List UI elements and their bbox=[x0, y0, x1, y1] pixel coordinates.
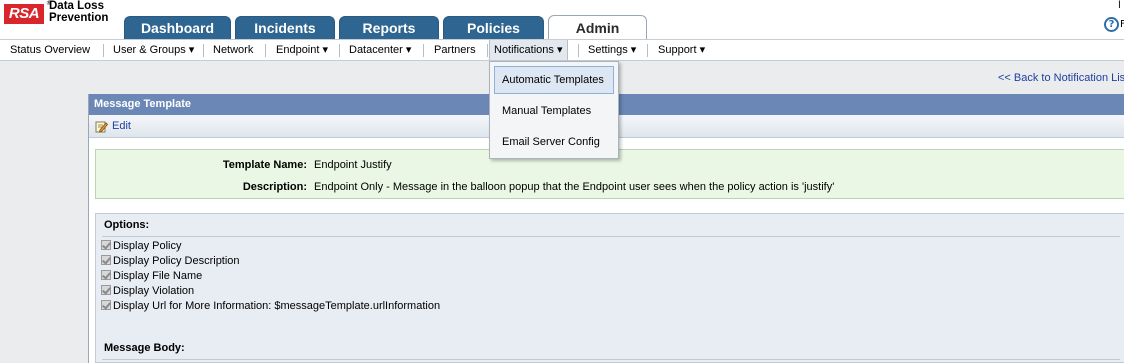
option-checkbox[interactable] bbox=[101, 270, 111, 280]
description-value: Endpoint Only - Message in the balloon p… bbox=[314, 181, 835, 193]
help-icon[interactable]: ? bbox=[1104, 17, 1119, 32]
subnav-separator bbox=[647, 44, 648, 57]
product-name-line2: Prevention bbox=[49, 12, 109, 24]
subnav-separator bbox=[423, 44, 424, 57]
options-title: Options: bbox=[104, 219, 150, 231]
subnav-separator bbox=[203, 44, 204, 57]
option-checkbox[interactable] bbox=[101, 285, 111, 295]
tab-incidents[interactable]: Incidents bbox=[235, 16, 335, 40]
option-label: Display File Name bbox=[113, 270, 203, 282]
subnav-support[interactable]: Support ▾ bbox=[658, 40, 705, 60]
template-name-value: Endpoint Justify bbox=[314, 159, 392, 171]
edit-button[interactable]: Edit bbox=[112, 120, 131, 132]
option-label: Display Policy Description bbox=[113, 255, 240, 267]
subnav-partners[interactable]: Partners bbox=[434, 40, 476, 60]
tab-reports[interactable]: Reports bbox=[339, 16, 439, 40]
subnav-endpoint[interactable]: Endpoint ▾ bbox=[276, 40, 328, 60]
corner-text: l bbox=[1118, 0, 1121, 11]
back-to-notification-list-link[interactable]: << Back to Notification List bbox=[998, 72, 1124, 84]
top-bar: RSA ® Data Loss Prevention Dashboard Inc… bbox=[0, 0, 1124, 40]
subnav-separator bbox=[578, 44, 579, 57]
tab-dashboard[interactable]: Dashboard bbox=[124, 16, 231, 40]
message-body-divider bbox=[102, 359, 1120, 360]
product-name: Data Loss Prevention bbox=[49, 0, 108, 24]
subnav-network[interactable]: Network bbox=[213, 40, 253, 60]
subnav-separator bbox=[265, 44, 266, 57]
tab-policies[interactable]: Policies bbox=[443, 16, 544, 40]
subnav-notifications[interactable]: Notifications ▾ bbox=[489, 40, 568, 60]
description-label: Description: bbox=[242, 181, 307, 193]
product-name-line1: Data Loss bbox=[49, 0, 104, 12]
option-label: Display Violation bbox=[113, 285, 195, 297]
option-checkbox[interactable] bbox=[101, 240, 111, 250]
edit-icon[interactable] bbox=[95, 120, 108, 133]
option-label: Display Policy bbox=[113, 240, 182, 252]
rsa-logo-mark: RSA bbox=[4, 4, 44, 24]
subnav-separator bbox=[339, 44, 340, 57]
tab-admin[interactable]: Admin bbox=[548, 15, 647, 40]
menu-item-automatic-templates[interactable]: Automatic Templates bbox=[494, 66, 614, 94]
message-body-title: Message Body: bbox=[104, 342, 185, 354]
menu-item-manual-templates[interactable]: Manual Templates bbox=[494, 97, 614, 125]
options-box: Options: Display Policy Display Policy D… bbox=[95, 213, 1124, 363]
admin-subnav: Status Overview User & Groups ▾ Network … bbox=[0, 39, 1124, 61]
option-label: Display Url for More Information: $messa… bbox=[113, 300, 441, 312]
notifications-dropdown-menu: Automatic Templates Manual Templates Ema… bbox=[489, 61, 619, 159]
options-divider bbox=[102, 236, 1120, 237]
template-name-label: Template Name: bbox=[222, 159, 307, 171]
subnav-status-overview[interactable]: Status Overview bbox=[10, 40, 90, 60]
subnav-separator bbox=[487, 44, 488, 57]
help-suffix-text: F bbox=[1120, 19, 1124, 30]
option-checkbox[interactable] bbox=[101, 300, 111, 310]
menu-item-email-server-config[interactable]: Email Server Config bbox=[494, 128, 614, 156]
subnav-settings[interactable]: Settings ▾ bbox=[588, 40, 636, 60]
subnav-user-groups[interactable]: User & Groups ▾ bbox=[113, 40, 194, 60]
subnav-datacenter[interactable]: Datacenter ▾ bbox=[349, 40, 411, 60]
rsa-logo: RSA ® Data Loss Prevention bbox=[2, 0, 122, 30]
option-checkbox[interactable] bbox=[101, 255, 111, 265]
subnav-separator bbox=[103, 44, 104, 57]
